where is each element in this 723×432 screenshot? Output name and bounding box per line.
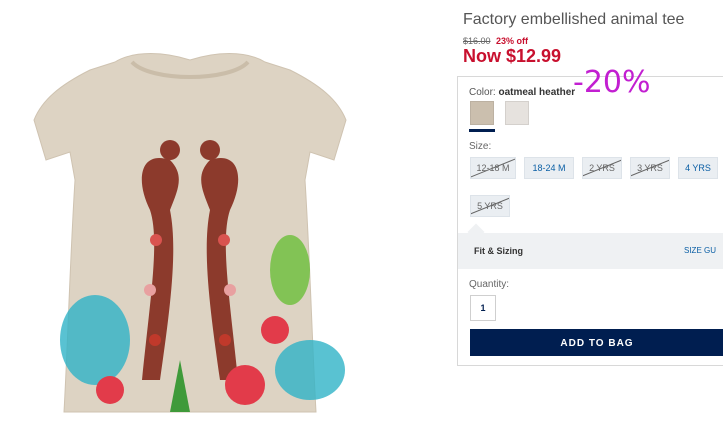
fit-sizing-bar[interactable]: Fit & Sizing SIZE GU <box>458 233 723 269</box>
size-label: Size: <box>469 141 492 152</box>
now-price: Now $12.99 <box>463 46 562 66</box>
size-option-18-24m[interactable]: 18-24 M <box>524 157 574 179</box>
size-option-5yrs[interactable]: 5 YRS <box>470 195 510 217</box>
fit-sizing-label: Fit & Sizing <box>474 246 523 256</box>
size-option-3yrs[interactable]: 3 YRS <box>630 157 670 179</box>
size-option-4yrs[interactable]: 4 YRS <box>678 157 718 179</box>
color-label: Color: <box>469 87 496 98</box>
swatch-light-heather[interactable] <box>505 101 529 125</box>
product-title: Factory embellished animal tee <box>463 11 685 28</box>
add-to-bag-button[interactable]: ADD TO BAG <box>470 329 723 356</box>
percent-off: 23% off <box>496 36 529 46</box>
color-line: Color: oatmeal heather <box>469 87 575 98</box>
quantity-label: Quantity: <box>469 279 510 290</box>
color-selected: oatmeal heather <box>498 87 576 98</box>
size-guide-link[interactable]: SIZE GU <box>684 246 716 255</box>
size-option-12-18m[interactable]: 12-18 M <box>470 157 516 179</box>
was-price: $16.00 <box>463 36 491 46</box>
product-image[interactable] <box>20 40 360 420</box>
size-option-2yrs[interactable]: 2 YRS <box>582 157 622 179</box>
swatch-oatmeal-heather[interactable] <box>470 101 494 125</box>
purchase-panel: Color: oatmeal heather -20% Size: 12-18 … <box>457 65 723 366</box>
was-price-line: $16.00 23% off <box>463 36 528 46</box>
quantity-input[interactable]: 1 <box>470 295 496 321</box>
discount-badge: -20% <box>573 65 651 100</box>
swatch-selected-indicator <box>469 129 495 132</box>
